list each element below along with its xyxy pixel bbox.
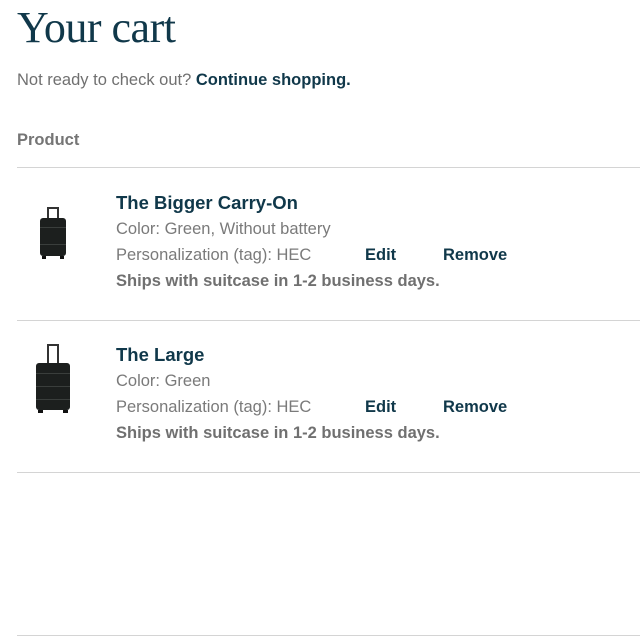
column-header-product: Product bbox=[17, 131, 80, 149]
divider bbox=[17, 472, 640, 473]
cart-item: The Large Color: Green Personalization (… bbox=[0, 342, 640, 492]
shipping-note: Ships with suitcase in 1-2 business days… bbox=[116, 272, 440, 290]
divider bbox=[17, 167, 640, 168]
page-title: Your cart bbox=[17, 3, 176, 52]
suitcase-large-icon[interactable] bbox=[32, 342, 74, 419]
product-color: Color: Green, Without battery bbox=[116, 220, 331, 238]
divider bbox=[17, 635, 640, 636]
personalization-text: Personalization (tag): HEC bbox=[116, 398, 312, 416]
personalization-row: Personalization (tag): HEC Edit Remove bbox=[116, 394, 507, 420]
cart-item: The Bigger Carry-On Color: Green, Withou… bbox=[0, 190, 640, 340]
shipping-note: Ships with suitcase in 1-2 business days… bbox=[116, 424, 440, 442]
remove-button[interactable]: Remove bbox=[443, 394, 507, 420]
continue-shopping-link[interactable]: Continue shopping. bbox=[196, 71, 351, 89]
edit-button[interactable]: Edit bbox=[365, 242, 443, 268]
suitcase-carry-on-icon[interactable] bbox=[36, 206, 70, 265]
product-name[interactable]: The Large bbox=[116, 342, 507, 368]
product-color: Color: Green bbox=[116, 372, 211, 390]
edit-button[interactable]: Edit bbox=[365, 394, 443, 420]
checkout-prompt: Not ready to check out? Continue shoppin… bbox=[17, 71, 351, 90]
divider bbox=[17, 320, 640, 321]
checkout-prompt-text: Not ready to check out? bbox=[17, 71, 192, 89]
remove-button[interactable]: Remove bbox=[443, 242, 507, 268]
cart-item-info: The Large Color: Green Personalization (… bbox=[116, 342, 507, 446]
personalization-text: Personalization (tag): HEC bbox=[116, 246, 312, 264]
personalization-row: Personalization (tag): HEC Edit Remove bbox=[116, 242, 507, 268]
product-name[interactable]: The Bigger Carry-On bbox=[116, 190, 507, 216]
cart-item-info: The Bigger Carry-On Color: Green, Withou… bbox=[116, 190, 507, 294]
